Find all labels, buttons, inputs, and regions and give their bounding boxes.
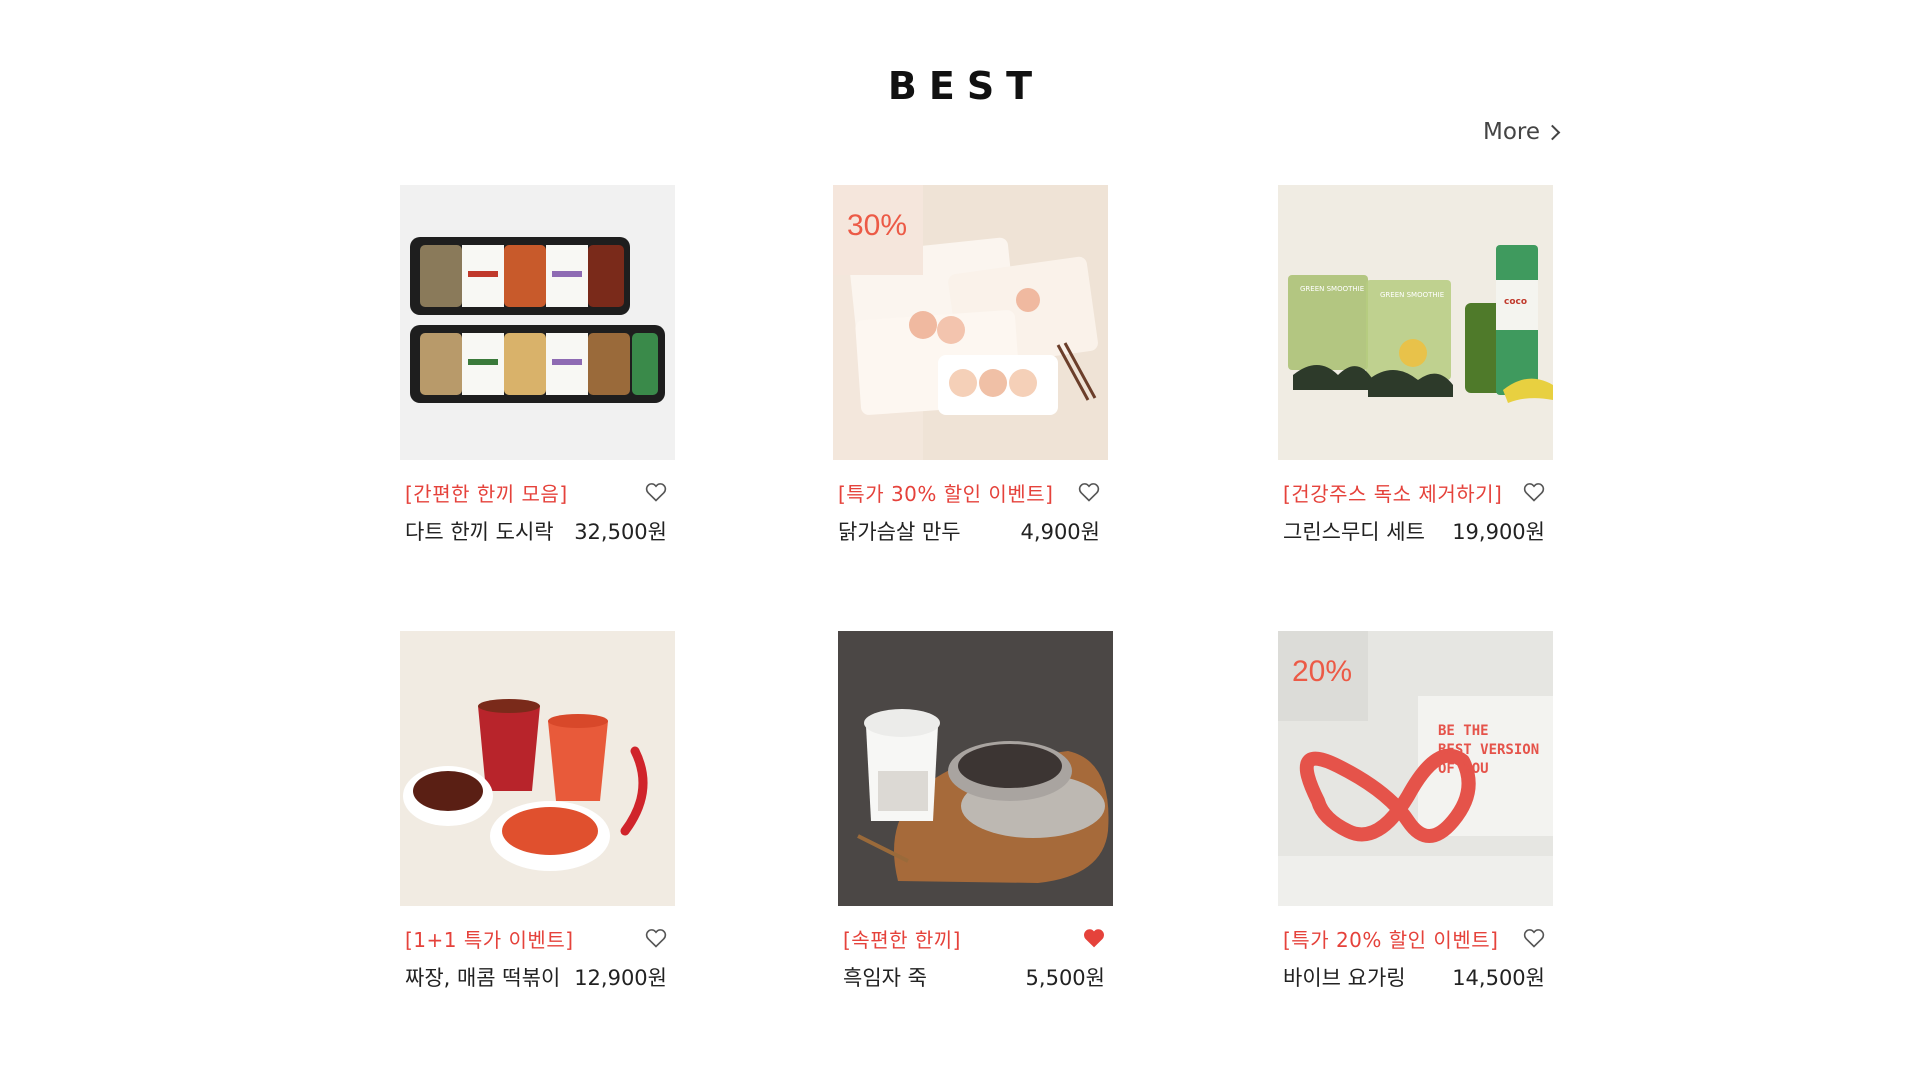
product-image[interactable]: GREEN SMOOTHIE GREEN SMOOTHIE coco	[1278, 185, 1553, 460]
product-price: 5,500원	[1025, 966, 1105, 990]
image-text: GREEN SMOOTHIE	[1380, 291, 1445, 299]
section-title: BEST	[887, 64, 1045, 108]
product-image[interactable]: 30%	[833, 185, 1108, 460]
black-sesame-porridge-image	[838, 631, 1113, 906]
product-image[interactable]: 20% BE THE BEST VERSION OF YOU	[1278, 631, 1553, 906]
heart-outline-icon[interactable]	[1077, 480, 1101, 504]
product-price: 4,900원	[1020, 520, 1100, 544]
chevron-right-icon	[1544, 124, 1561, 140]
product-price: 32,500원	[574, 520, 667, 544]
event-label: [1+1 특가 이벤트]	[405, 928, 574, 952]
event-label: [간편한 한끼 모음]	[405, 482, 568, 506]
product-price: 19,900원	[1452, 520, 1545, 544]
image-text: GREEN SMOOTHIE	[1300, 285, 1365, 293]
image-text: OF YOU	[1438, 761, 1489, 777]
image-text: coco	[1504, 297, 1528, 307]
heart-outline-icon[interactable]	[1522, 926, 1546, 950]
product-card: [1+1 특가 이벤트] 짜장, 매콤 떡볶이 12,900원	[400, 631, 675, 994]
product-image[interactable]	[400, 185, 675, 460]
product-name[interactable]: 다트 한끼 도시락	[405, 516, 554, 546]
green-smoothie-image	[1278, 185, 1553, 460]
product-name[interactable]: 바이브 요가링	[1283, 962, 1406, 992]
product-card: 20% BE THE BEST VERSION OF YOU [특가 20% 할…	[1278, 631, 1553, 994]
product-card: 30% [특가 30% 할인 이벤트] 닭가슴살 만두 4,900원	[833, 185, 1108, 548]
lunchbox-set-image	[400, 185, 675, 460]
product-card: [속편한 한끼] 흑임자 죽 5,500원	[838, 631, 1113, 994]
product-card: GREEN SMOOTHIE GREEN SMOOTHIE coco [건강주스…	[1278, 185, 1553, 548]
product-price: 12,900원	[574, 966, 667, 990]
product-name[interactable]: 그린스무디 세트	[1283, 516, 1425, 546]
image-text: BEST VERSION	[1438, 742, 1540, 758]
discount-badge: 30%	[847, 209, 908, 242]
heart-outline-icon[interactable]	[1522, 480, 1546, 504]
heart-filled-icon[interactable]	[1082, 926, 1106, 950]
heart-outline-icon[interactable]	[644, 480, 668, 504]
event-label: [특가 30% 할인 이벤트]	[838, 482, 1054, 506]
best-section: BEST More [간편한 한끼 모음] 다트 한끼 도시락 32,500원 …	[0, 0, 1920, 1080]
product-name[interactable]: 닭가슴살 만두	[838, 516, 961, 546]
product-image[interactable]	[838, 631, 1113, 906]
heart-outline-icon[interactable]	[644, 926, 668, 950]
product-price: 14,500원	[1452, 966, 1545, 990]
event-label: [속편한 한끼]	[843, 928, 961, 952]
tteokbokki-cup-image	[400, 631, 675, 906]
more-link[interactable]: More	[1483, 119, 1561, 145]
product-name[interactable]: 짜장, 매콤 떡볶이	[405, 962, 560, 992]
product-image[interactable]	[400, 631, 675, 906]
image-text: BE THE	[1438, 723, 1489, 739]
event-label: [특가 20% 할인 이벤트]	[1283, 928, 1499, 952]
product-name[interactable]: 흑임자 죽	[843, 962, 927, 992]
event-label: [건강주스 독소 제거하기]	[1283, 482, 1503, 506]
product-card: [간편한 한끼 모음] 다트 한끼 도시락 32,500원	[400, 185, 675, 548]
more-label: More	[1483, 119, 1541, 145]
discount-badge: 20%	[1292, 655, 1353, 688]
